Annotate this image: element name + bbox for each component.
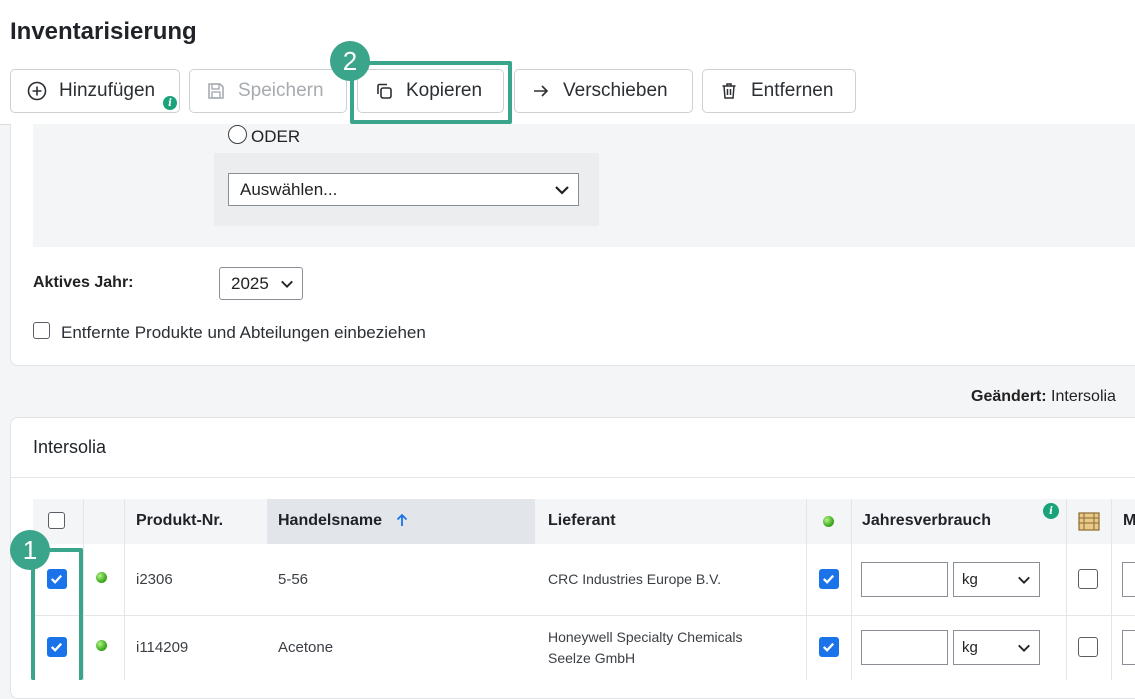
floppy-disk-icon [208,83,224,99]
row-divider [33,615,1135,616]
include-removed-label: Entfernte Produkte und Abteilungen einbe… [61,323,426,342]
checkmark-icon [822,642,835,652]
col-divider [1066,499,1067,680]
supplier-cell: CRC Industries Europe B.V. [548,571,722,587]
year-select-value: 2025 [231,273,269,293]
or-label: ODER [251,127,301,146]
product-no-cell: i2306 [136,571,173,588]
unit-select[interactable]: kg [953,630,1040,665]
include-removed-checkbox[interactable] [33,322,50,339]
year-label: Aktives Jahr: [33,274,134,291]
page-title: Inventarisierung [10,18,197,45]
row-flag-checkbox[interactable] [1078,569,1098,589]
active-checkbox[interactable] [819,569,839,589]
unit-select-value: kg [962,571,978,588]
header-supplier[interactable]: Lieferant [548,512,616,530]
active-checkbox[interactable] [819,637,839,657]
select-all-checkbox[interactable] [48,512,65,529]
col-divider [806,499,807,680]
next-column-input[interactable] [1122,562,1135,597]
unit-select-value: kg [962,639,978,656]
consumption-input[interactable] [861,562,948,597]
supplier-cell-line2: Seelze GmbH [548,650,636,666]
move-button[interactable]: Verschieben [514,69,693,113]
section-divider [11,477,1135,478]
status-dot-icon [823,516,834,527]
changed-label: Geändert: [971,388,1047,405]
save-button[interactable]: Speichern [189,69,347,113]
product-no-cell: i114209 [136,639,189,656]
col-divider [851,499,852,680]
remove-button-label: Entfernen [751,80,834,101]
save-button-label: Speichern [238,80,324,101]
info-icon[interactable]: i [1043,503,1059,519]
row-flag-checkbox[interactable] [1078,637,1098,657]
unit-select[interactable]: kg [953,562,1040,597]
info-icon[interactable]: i [163,96,177,110]
move-button-label: Verschieben [563,80,668,101]
step-1-badge: 1 [10,530,50,570]
header-next-column[interactable]: M [1123,512,1135,530]
header-annual-consumption[interactable]: Jahresverbrauch [862,512,991,530]
sort-ascending-icon[interactable] [395,513,409,527]
changed-value: Intersolia [1051,388,1116,405]
chevron-down-icon [1018,576,1030,584]
add-button-label: Hinzufügen [59,80,156,101]
col-divider [83,499,84,680]
trade-name-cell[interactable]: Acetone [278,639,333,656]
col-divider [1111,499,1112,680]
group-select-value: Auswählen... [240,179,338,199]
status-dot-icon [96,640,107,651]
header-trade-name[interactable]: Handelsname [278,512,382,530]
chevron-down-icon [1018,644,1030,652]
section-title: Intersolia [33,437,107,457]
next-column-input[interactable] [1122,630,1135,665]
add-button[interactable]: Hinzufügen [10,69,180,113]
arrow-right-icon [534,85,549,97]
or-radio[interactable] [228,125,247,144]
trash-icon [722,83,736,99]
consumption-input[interactable] [861,630,948,665]
copy-highlight-frame [350,61,512,124]
plus-circle-icon [27,81,47,101]
storage-box-icon [1078,512,1100,531]
trade-name-cell[interactable]: 5-56 [278,571,308,588]
remove-button[interactable]: Entfernen [702,69,856,113]
changed-info: Geändert: Intersolia [971,388,1116,406]
year-select[interactable]: 2025 [219,267,303,300]
chevron-down-icon [555,185,569,195]
supplier-cell: Honeywell Specialty Chemicals [548,629,743,645]
checkmark-icon [822,574,835,584]
status-dot-icon [96,572,107,583]
col-divider [124,499,125,680]
group-select[interactable]: Auswählen... [228,173,579,206]
step-2-badge: 2 [330,41,370,81]
chevron-down-icon [281,280,293,288]
header-product-no[interactable]: Produkt-Nr. [136,512,223,530]
